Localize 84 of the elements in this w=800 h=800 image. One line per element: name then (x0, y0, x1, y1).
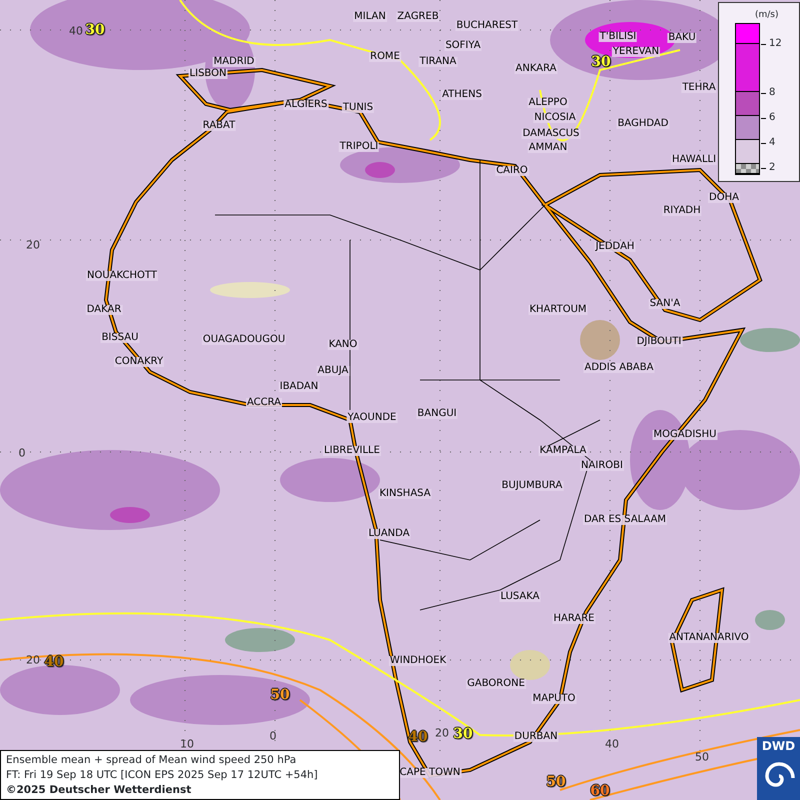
grid-label: 40 (605, 738, 619, 750)
city-label: ACCRA (246, 398, 282, 408)
city-label: DAR ES SALAAM (582, 515, 668, 525)
city-label: MADRID (212, 57, 256, 67)
forecast-time: FT: Fri 19 Sep 18 UTC [ICON EPS 2025 Sep 17 12UTC +54h] (6, 768, 319, 783)
city-label: DJIBOUTI (636, 337, 682, 347)
city-label: NICOSIA (533, 113, 577, 123)
city-label: ANTANANARIVO (668, 633, 750, 643)
legend-tick-label: 12 (769, 39, 782, 49)
city-label: ALGIERS (284, 100, 328, 110)
legend-tick-label: 4 (769, 138, 776, 148)
city-label: KHARTOUM (528, 305, 588, 315)
city-label: BANGUI (416, 409, 458, 419)
city-label: ALEPPO (528, 98, 568, 108)
grid-label: 20 (26, 240, 40, 250)
contour-label: 30 (453, 727, 473, 741)
city-label: CONAKRY (114, 357, 164, 367)
city-label: T'BILISI (598, 32, 638, 42)
city-label: TIRANA (418, 57, 458, 67)
city-label: KINSHASA (378, 489, 432, 499)
contour-label: 30 (591, 55, 611, 69)
city-label: TRIPOLI (338, 142, 380, 152)
city-label: ADDIS ABABA (584, 363, 654, 373)
grid-label: 40 (69, 26, 83, 36)
copyright-text: ©2025 Deutscher Wetterdienst (6, 783, 192, 798)
grid-label: 10 (180, 738, 194, 750)
logo-text: DWD (762, 740, 796, 752)
city-label: HAWALLI (670, 155, 718, 165)
contour-label: 40 (44, 655, 64, 669)
city-label: LIBREVILLE (323, 446, 381, 456)
city-label: DURBAN (513, 732, 559, 742)
city-label: IBADAN (278, 382, 320, 392)
map-title: Ensemble mean + spread of Mean wind speed 250 hPa (6, 753, 298, 768)
city-label: MAPUTO (532, 694, 576, 704)
legend-tick-label: 8 (769, 88, 776, 98)
city-label: GABORONE (466, 679, 526, 689)
city-label: BAGHDAD (616, 119, 670, 129)
city-label: NOUAKCHOTT (86, 271, 158, 281)
legend-tick-label: 6 (769, 113, 776, 123)
contour-label: 50 (270, 688, 290, 702)
city-label: MILAN (353, 12, 387, 22)
grid-label: 50 (695, 752, 709, 762)
city-label: ROME (369, 52, 401, 62)
city-label: SOFIYA (444, 41, 482, 51)
city-label: BAKU (667, 33, 697, 43)
city-label: YEREVAN (612, 47, 660, 57)
city-label: ANKARA (514, 64, 558, 74)
city-label: KANO (328, 340, 358, 350)
city-label: WINDHOEK (388, 656, 448, 666)
legend-tick-label: 2 (769, 163, 776, 173)
city-label: KAMPALA (538, 446, 588, 456)
city-label: RIYADH (662, 206, 702, 216)
city-label: MOGADISHU (652, 430, 718, 440)
city-label: NAIROBI (580, 461, 624, 471)
legend-unit: (m/s) (755, 9, 779, 22)
city-label: DOHA (708, 193, 740, 203)
city-label: DAKAR (86, 305, 122, 315)
city-label: OUAGADOUGOU (202, 335, 286, 345)
city-label: LUSAKA (500, 592, 540, 602)
city-label: ATHENS (441, 90, 483, 100)
contour-label: 30 (85, 23, 105, 37)
city-label: BUCHAREST (455, 21, 519, 31)
city-label: RABAT (202, 121, 236, 131)
city-label: BISSAU (100, 333, 140, 343)
grid-label: 20 (435, 728, 449, 738)
city-label: TEHRA (681, 83, 717, 93)
city-label: HARARE (552, 614, 596, 624)
city-label: DAMASCUS (522, 129, 580, 139)
city-label: ZAGREB (396, 12, 440, 22)
city-label: SAN'A (648, 299, 682, 309)
city-label: LISBON (188, 69, 228, 79)
city-label: AMMAN (528, 143, 568, 153)
grid-label: 0 (18, 448, 26, 458)
city-label: JEDDAH (594, 242, 636, 252)
contour-label: 50 (546, 775, 566, 789)
city-label: CAIRO (495, 166, 529, 176)
contour-label: 60 (590, 784, 610, 798)
city-label: CAPE TOWN (398, 768, 462, 778)
city-label: BUJUMBURA (500, 481, 564, 491)
grid-label: 0 (270, 730, 276, 742)
city-label: LUANDA (367, 529, 411, 539)
city-label: TUNIS (342, 103, 374, 113)
city-label: YAOUNDE (346, 413, 398, 423)
city-label: ABUJA (316, 366, 350, 376)
